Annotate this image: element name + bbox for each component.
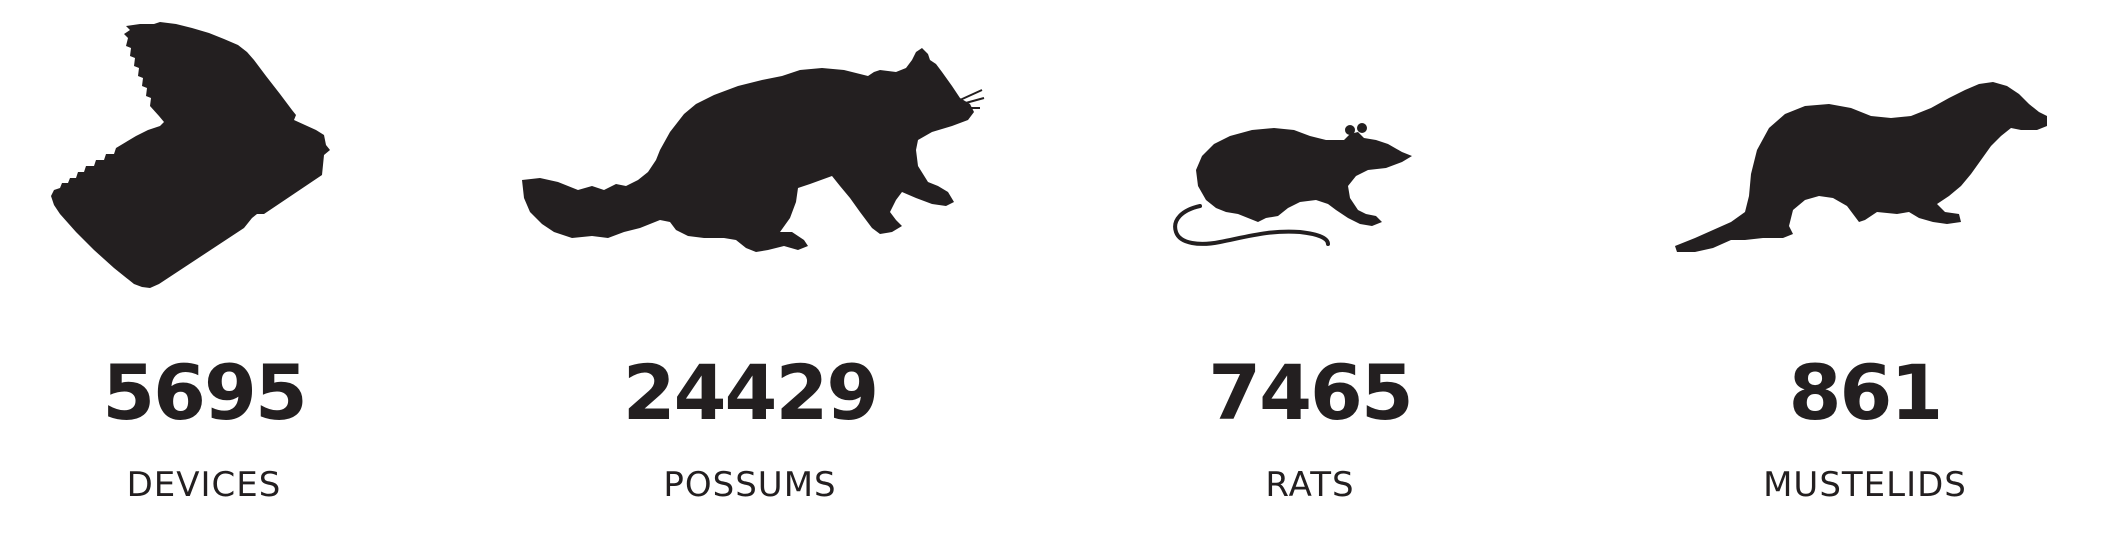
trap-device-icon xyxy=(0,0,454,300)
stat-devices: 5695 DEVICES xyxy=(0,0,454,538)
devices-label: DEVICES xyxy=(126,465,282,505)
mustelid-icon xyxy=(1615,0,2102,300)
stat-mustelids: 861 MUSTELIDS xyxy=(1615,0,2102,538)
devices-count: 5695 xyxy=(102,348,308,437)
rat-icon xyxy=(1060,0,1560,300)
rats-label: RATS xyxy=(1265,465,1355,505)
rats-count: 7465 xyxy=(1208,348,1414,437)
possum-icon xyxy=(500,0,1000,300)
stat-rats: 7465 RATS xyxy=(1060,0,1560,538)
mustelids-label: MUSTELIDS xyxy=(1763,465,1967,505)
possums-count: 24429 xyxy=(622,348,879,437)
possums-label: POSSUMS xyxy=(663,465,837,505)
mustelids-count: 861 xyxy=(1788,348,1944,437)
stats-row: 5695 DEVICES 24429 POSSUMS 7465 RATS 861… xyxy=(0,0,2102,538)
stat-possums: 24429 POSSUMS xyxy=(500,0,1000,538)
